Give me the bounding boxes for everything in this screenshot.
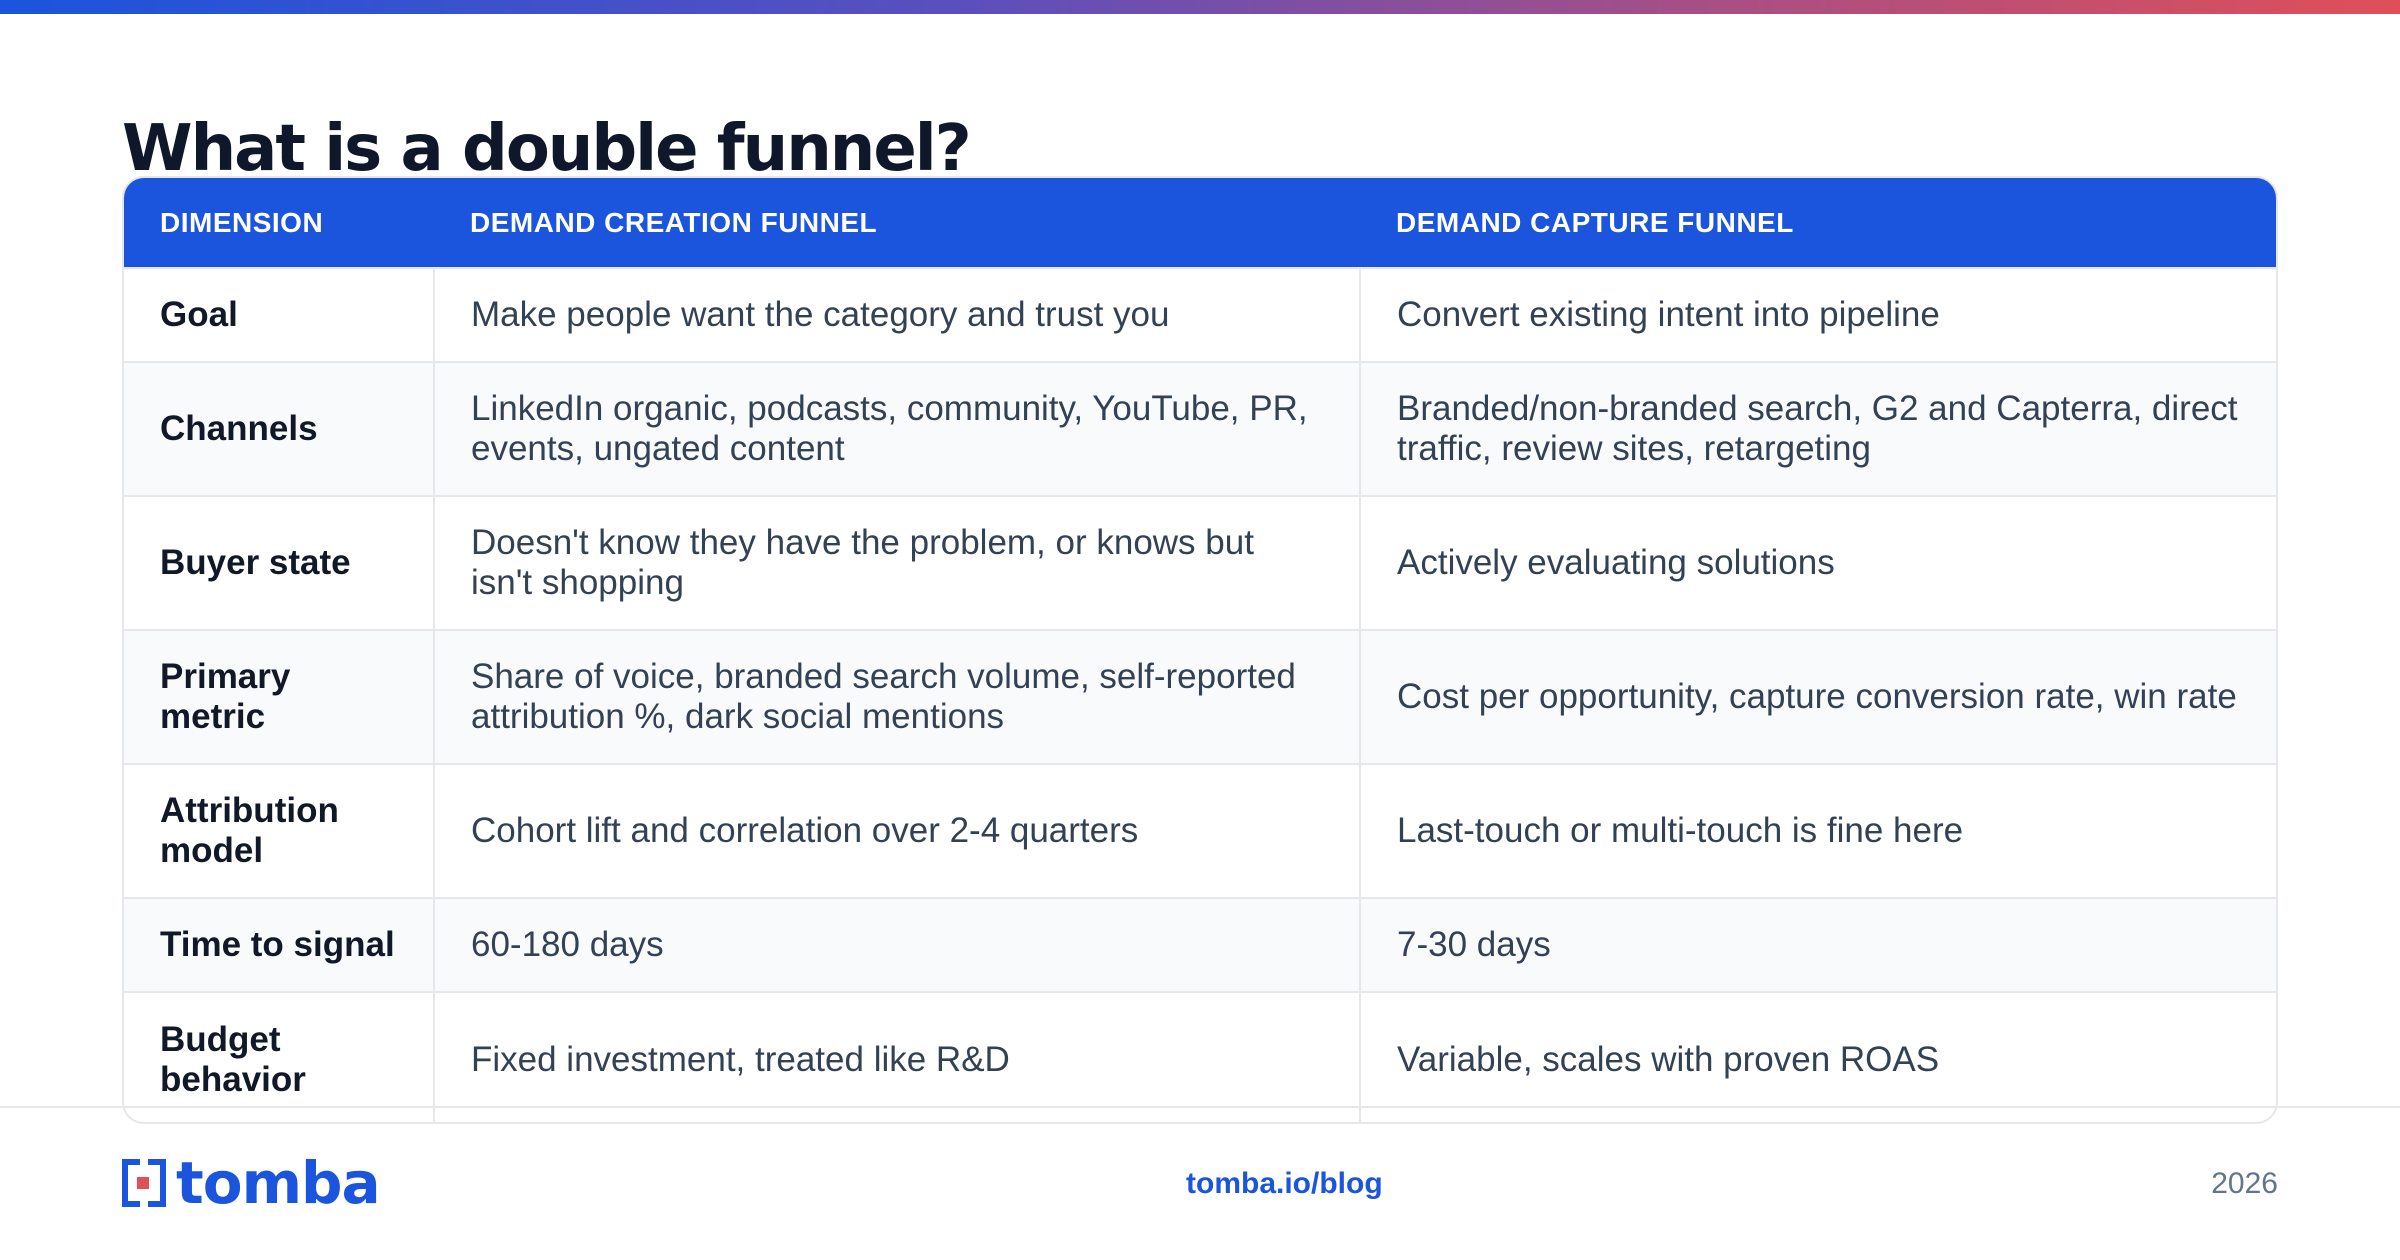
row-dimension: Budget behavior	[124, 991, 435, 1122]
table-row: Time to signal 60-180 days 7-30 days	[124, 897, 2276, 992]
row-dimension: Channels	[124, 361, 435, 496]
tomba-logo-mark-icon	[122, 1159, 166, 1207]
table-header: DIMENSION DEMAND CREATION FUNNEL DEMAND …	[124, 178, 2276, 268]
row-capture-cell: Last-touch or multi-touch is fine here	[1360, 763, 2276, 898]
table-body: Goal Make people want the category and t…	[124, 267, 2276, 1122]
comparison-table: DIMENSION DEMAND CREATION FUNNEL DEMAND …	[122, 176, 2278, 1124]
row-creation-cell: LinkedIn organic, podcasts, community, Y…	[434, 361, 1361, 496]
row-dimension: Attribution model	[124, 763, 435, 898]
header-demand-creation: DEMAND CREATION FUNNEL	[470, 206, 878, 238]
row-creation-cell: Cohort lift and correlation over 2-4 qua…	[434, 763, 1361, 898]
row-dimension: Time to signal	[124, 897, 435, 992]
row-capture-cell: Convert existing intent into pipeline	[1360, 267, 2276, 362]
brand-logo: tomba	[122, 1149, 381, 1217]
header-demand-capture: DEMAND CAPTURE FUNNEL	[1396, 206, 1794, 238]
row-creation-cell: Share of voice, branded search volume, s…	[434, 629, 1361, 764]
table-row: Goal Make people want the category and t…	[124, 267, 2276, 362]
row-dimension: Buyer state	[124, 495, 435, 630]
table-row: Budget behavior Fixed investment, treate…	[124, 991, 2276, 1122]
brand-name: tomba	[176, 1149, 381, 1217]
table-row: Attribution model Cohort lift and correl…	[124, 763, 2276, 898]
footer-divider	[0, 1106, 2400, 1108]
row-capture-cell: Branded/non-branded search, G2 and Capte…	[1360, 361, 2276, 496]
slide: What is a double funnel? DIMENSION DEMAN…	[0, 0, 2400, 1260]
row-capture-cell: 7-30 days	[1360, 897, 2276, 992]
row-creation-cell: Doesn't know they have the problem, or k…	[434, 495, 1361, 630]
comparison-table-grid: DIMENSION DEMAND CREATION FUNNEL DEMAND …	[124, 178, 2276, 1122]
row-capture-cell: Variable, scales with proven ROAS	[1360, 991, 2276, 1122]
row-dimension: Goal	[124, 267, 435, 362]
row-creation-cell: 60-180 days	[434, 897, 1361, 992]
row-capture-cell: Cost per opportunity, capture conversion…	[1360, 629, 2276, 764]
top-gradient-bar	[0, 0, 2400, 14]
blog-link[interactable]: tomba.io/blog	[1186, 1164, 1383, 1204]
table-row: Primary metric Share of voice, branded s…	[124, 629, 2276, 764]
header-dimension: DIMENSION	[160, 206, 324, 238]
row-creation-cell: Make people want the category and trust …	[434, 267, 1361, 362]
footer-year: 2026	[2211, 1167, 2278, 1200]
row-capture-cell: Actively evaluating solutions	[1360, 495, 2276, 630]
row-creation-cell: Fixed investment, treated like R&D	[434, 991, 1361, 1122]
table-row: Buyer state Doesn't know they have the p…	[124, 495, 2276, 630]
row-dimension: Primary metric	[124, 629, 435, 764]
table-row: Channels LinkedIn organic, podcasts, com…	[124, 361, 2276, 496]
table-header-row: DIMENSION DEMAND CREATION FUNNEL DEMAND …	[124, 178, 2276, 268]
